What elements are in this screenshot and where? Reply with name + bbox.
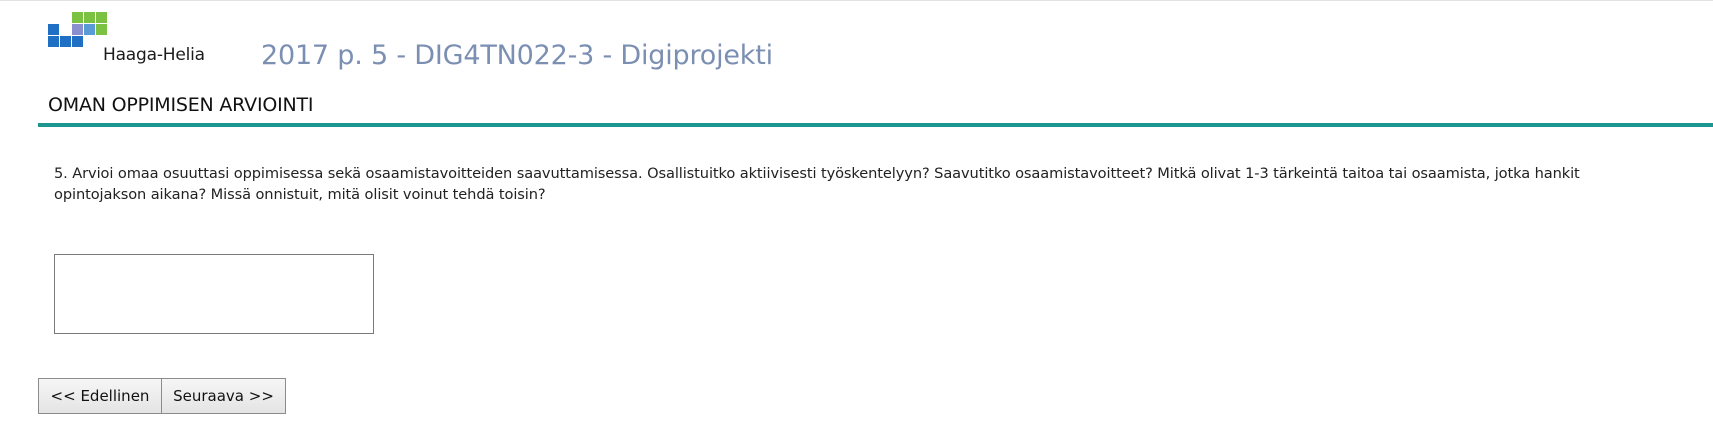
previous-button[interactable]: << Edellinen bbox=[38, 378, 162, 414]
haaga-helia-logo: Haaga-Helia bbox=[48, 12, 228, 68]
top-border bbox=[0, 0, 1713, 1]
logo-text: Haaga-Helia bbox=[103, 45, 205, 65]
course-title: 2017 p. 5 - DIG4TN022-3 - Digiprojekti bbox=[261, 40, 773, 71]
answer-textarea[interactable] bbox=[54, 254, 374, 334]
question-text: 5. Arvioi omaa osuuttasi oppimisessa sek… bbox=[54, 165, 1580, 203]
section-divider bbox=[38, 123, 1713, 127]
section-title: OMAN OPPIMISEN ARVIOINTI bbox=[48, 94, 314, 116]
next-button[interactable]: Seuraava >> bbox=[161, 378, 286, 414]
